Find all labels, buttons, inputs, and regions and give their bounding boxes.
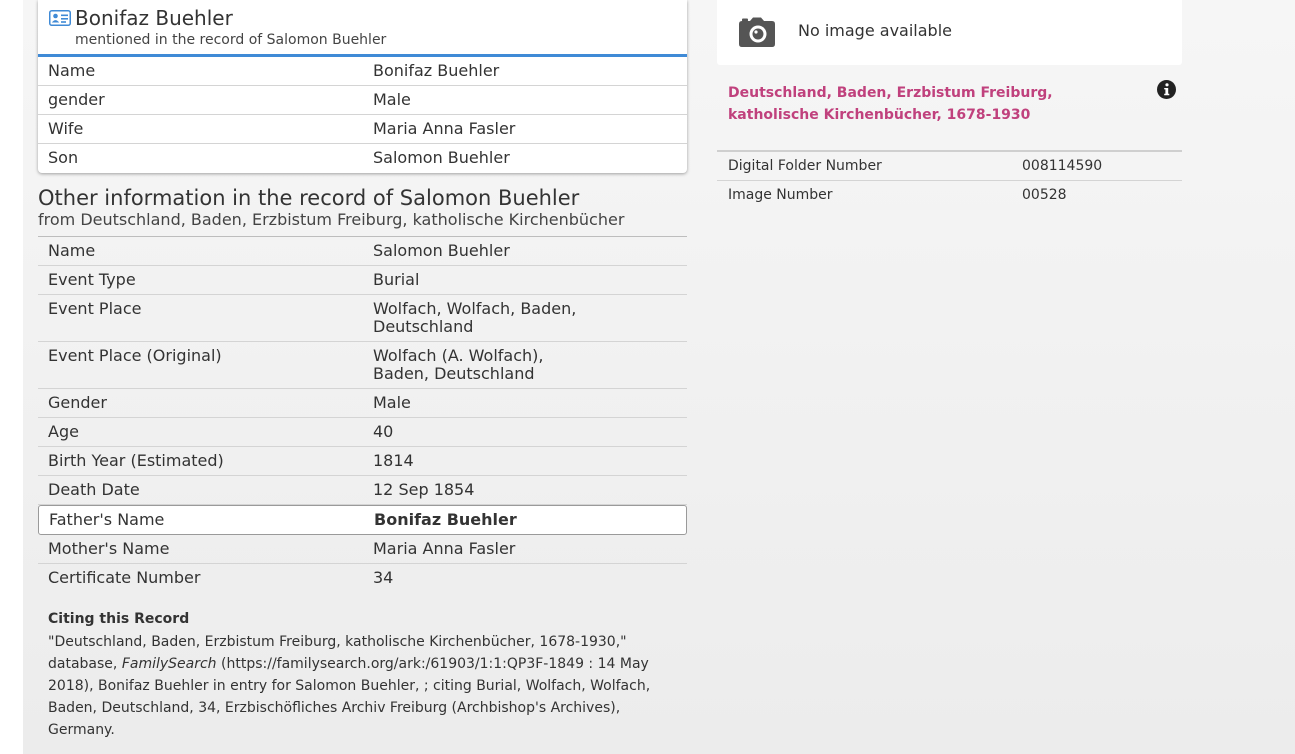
no-image-text: No image available: [798, 21, 952, 40]
row-value: Wolfach, Wolfach, Baden, Deutschland: [373, 299, 577, 336]
row-label: Name: [48, 61, 96, 80]
row-label: Father's Name: [49, 510, 165, 529]
table-row: Event Place (Original) Wolfach (A. Wolfa…: [38, 342, 687, 389]
row-value: 40: [373, 422, 394, 441]
row-value: Bonifaz Buehler: [374, 510, 517, 529]
mother-link[interactable]: Maria Anna Fasler: [373, 540, 687, 558]
row-label: Wife: [48, 119, 84, 138]
row-value: 12 Sep 1854: [373, 480, 475, 499]
person-facts-table: Name Bonifaz Buehler gender Male Wife Ma…: [38, 57, 687, 173]
table-row: Death Date 12 Sep 1854: [38, 476, 687, 505]
other-info-subtitle: from Deutschland, Baden, Erzbistum Freib…: [38, 210, 625, 229]
table-row: Age 40: [38, 418, 687, 447]
table-row: Son Salomon Buehler: [38, 144, 687, 173]
table-row-selected-person: Father's Name Bonifaz Buehler: [38, 505, 687, 535]
row-label: Gender: [48, 393, 107, 412]
row-label: Certificate Number: [48, 568, 201, 587]
person-card-icon: [49, 10, 71, 26]
table-row: Digital Folder Number 008114590: [717, 152, 1182, 181]
row-value: 00528: [1022, 187, 1067, 203]
citation-site-name: FamilySearch: [121, 656, 217, 672]
row-label: Birth Year (Estimated): [48, 451, 224, 470]
row-label: Mother's Name: [48, 539, 170, 558]
row-value: Bonifaz Buehler: [373, 61, 500, 80]
citing-title: Citing this Record: [48, 611, 190, 627]
row-label: Digital Folder Number: [728, 158, 882, 174]
citation-text[interactable]: "Deutschland, Baden, Erzbistum Freiburg,…: [48, 631, 668, 741]
row-label: Event Place: [48, 299, 142, 318]
collection-title-link[interactable]: Deutschland, Baden, Erzbistum Freiburg, …: [717, 82, 1068, 126]
other-info-title: Other information in the record of Salom…: [38, 186, 580, 210]
row-label: Event Place (Original): [48, 346, 222, 365]
table-row: Certificate Number 34: [38, 564, 687, 593]
table-row: Mother's Name Maria Anna Fasler: [38, 535, 687, 564]
table-row: Birth Year (Estimated) 1814: [38, 447, 687, 476]
camera-icon: [739, 17, 775, 47]
info-icon[interactable]: [1157, 80, 1176, 99]
table-row: Wife Maria Anna Fasler: [38, 115, 687, 144]
wife-link[interactable]: Maria Anna Fasler: [373, 120, 687, 138]
table-row: Image Number 00528: [717, 181, 1182, 210]
row-label: Image Number: [728, 187, 833, 203]
row-value: Burial: [373, 270, 420, 289]
image-details-table: Digital Folder Number 008114590 Image Nu…: [717, 150, 1182, 210]
person-card: Bonifaz Buehler mentioned in the record …: [38, 0, 687, 173]
row-value: 1814: [373, 451, 414, 470]
person-name-title: Bonifaz Buehler: [75, 6, 233, 30]
row-label: Event Type: [48, 270, 136, 289]
table-row: gender Male: [38, 86, 687, 115]
other-info-table: Name Salomon Buehler Event Type Burial E…: [38, 236, 687, 593]
row-label: Son: [48, 148, 79, 167]
row-value: Wolfach (A. Wolfach), Baden, Deutschland: [373, 346, 544, 383]
record-details-column: Bonifaz Buehler mentioned in the record …: [38, 0, 687, 741]
row-value: 008114590: [1022, 158, 1103, 174]
table-row: Name Bonifaz Buehler: [38, 57, 687, 86]
no-image-panel: No image available: [717, 0, 1182, 65]
row-label: Age: [48, 422, 79, 441]
row-label: gender: [48, 90, 105, 109]
image-info-column: No image available Deutschland, Baden, E…: [717, 0, 1182, 210]
row-value: 34: [373, 568, 394, 587]
principal-name-link[interactable]: Salomon Buehler: [373, 242, 687, 260]
person-card-header: Bonifaz Buehler mentioned in the record …: [38, 0, 687, 57]
citing-section: Citing this Record "Deutschland, Baden, …: [38, 611, 687, 741]
table-row: Event Place Wolfach, Wolfach, Baden, Deu…: [38, 295, 687, 342]
row-value: Male: [373, 393, 411, 412]
row-value: Male: [373, 90, 411, 109]
table-row: Name Salomon Buehler: [38, 237, 687, 266]
table-row: Gender Male: [38, 389, 687, 418]
table-row: Event Type Burial: [38, 266, 687, 295]
person-card-subtitle: mentioned in the record of Salomon Buehl…: [75, 32, 387, 48]
son-link[interactable]: Salomon Buehler: [373, 149, 687, 168]
row-label: Death Date: [48, 480, 140, 499]
row-label: Name: [48, 241, 96, 260]
